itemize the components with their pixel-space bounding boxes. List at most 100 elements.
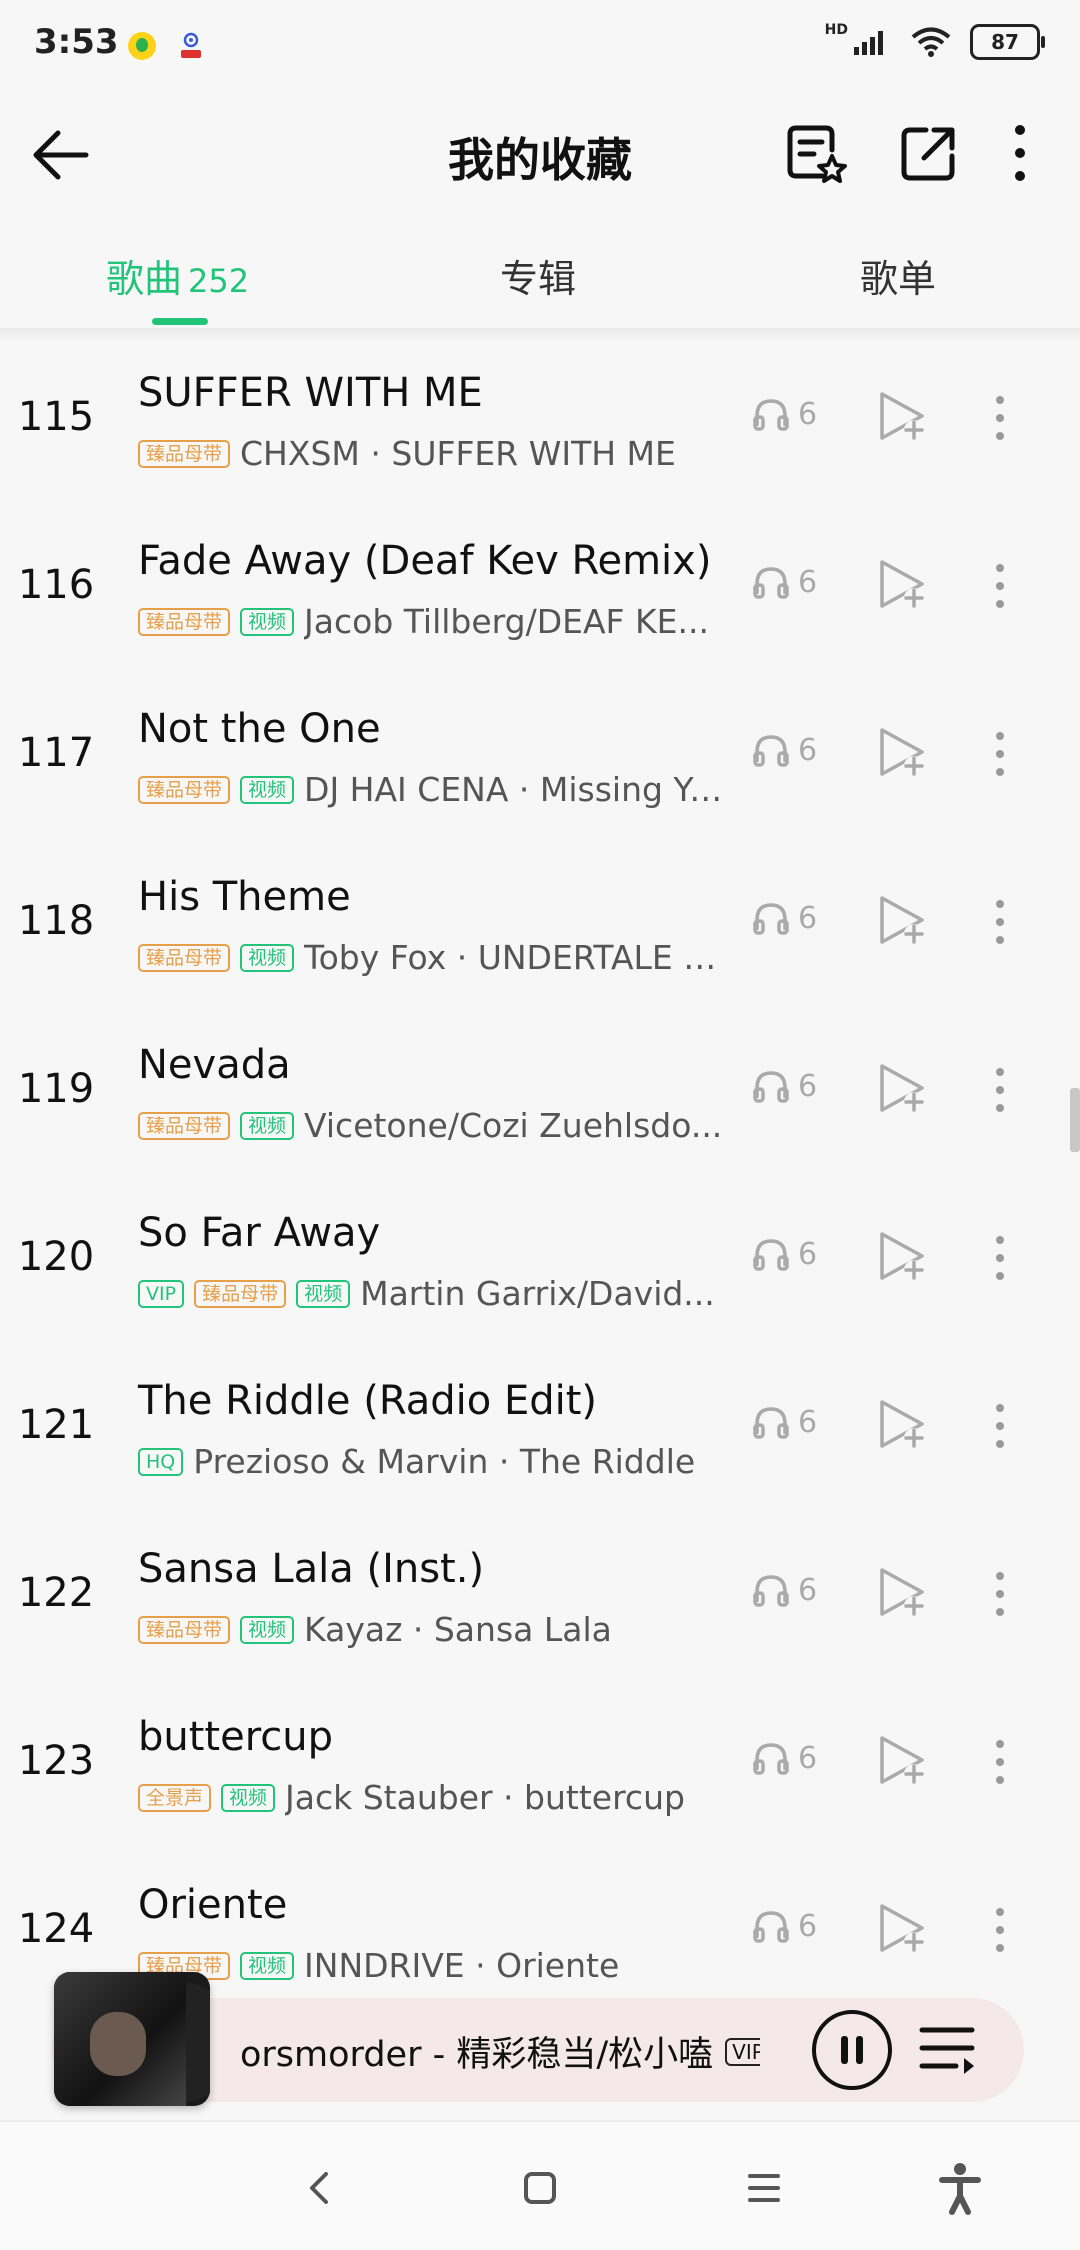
song-row[interactable]: 115 SUFFER WITH ME 臻品母带 CHXSM · SUFFER W…: [0, 336, 1080, 504]
add-to-playlist-icon[interactable]: [876, 1732, 928, 1788]
status-time: 3:53: [34, 22, 119, 62]
listen-count: 6: [752, 1572, 817, 1608]
listen-count: 6: [752, 1908, 817, 1944]
headphones-icon: [753, 1743, 789, 1775]
nav-back-icon[interactable]: [288, 2156, 352, 2220]
song-more-icon[interactable]: [982, 1566, 1018, 1622]
listen-count-value: 6: [798, 1908, 818, 1944]
song-artist-album: CHXSM · SUFFER WITH ME: [240, 434, 676, 473]
song-meta: 全景声 视频 Jack Stauber · buttercup: [138, 1778, 685, 1817]
headphones-icon: [753, 567, 789, 599]
song-more-icon[interactable]: [982, 1062, 1018, 1118]
quality-tag: 臻品母带: [138, 607, 231, 636]
song-list[interactable]: 115 SUFFER WITH ME 臻品母带 CHXSM · SUFFER W…: [0, 336, 1080, 1996]
song-row[interactable]: 116 Fade Away (Deaf Kev Remix) 臻品母带 视频 Ja…: [0, 504, 1080, 672]
tab-albums[interactable]: 专辑: [500, 248, 576, 303]
favorite-list-icon[interactable]: [782, 120, 848, 186]
song-more-icon[interactable]: [982, 1902, 1018, 1958]
song-artist-album: Kayaz · Sansa Lala: [304, 1610, 612, 1649]
song-row[interactable]: 119 Nevada 臻品母带 视频 Vicetone/Cozi Zuehlsdo…: [0, 1008, 1080, 1176]
song-more-icon[interactable]: [982, 1398, 1018, 1454]
status-bar: 3:53 HD 87: [0, 0, 1080, 90]
app-notification-icon: [128, 32, 156, 60]
battery-icon: 87: [970, 24, 1045, 60]
add-to-playlist-icon[interactable]: [876, 1060, 928, 1116]
song-more-icon[interactable]: [982, 894, 1018, 950]
song-meta: VIP 臻品母带 视频 Martin Garrix/David...: [138, 1274, 715, 1313]
tab-songs-count: 252: [188, 262, 250, 300]
song-index: 121: [17, 1402, 95, 1448]
song-title: Nevada: [138, 1042, 291, 1088]
song-row[interactable]: 122 Sansa Lala (Inst.) 臻品母带 视频 Kayaz · Sa…: [0, 1512, 1080, 1680]
listen-count-value: 6: [798, 1740, 818, 1776]
song-index: 119: [17, 1066, 95, 1112]
song-meta: 臻品母带 CHXSM · SUFFER WITH ME: [138, 434, 676, 473]
listen-count-value: 6: [798, 564, 818, 600]
song-index: 122: [17, 1570, 95, 1616]
song-artist-album: DJ HAI CENA · Missing You: [304, 770, 728, 809]
system-nav-bar: [0, 2120, 1080, 2250]
song-meta: 臻品母带 视频 INNDRIVE · Oriente: [138, 1946, 619, 1985]
song-more-icon[interactable]: [982, 1734, 1018, 1790]
tab-songs[interactable]: 歌曲 252: [106, 248, 249, 303]
song-more-icon[interactable]: [982, 1230, 1018, 1286]
pause-button[interactable]: [810, 2008, 894, 2092]
song-index: 115: [17, 394, 95, 440]
tab-playlists[interactable]: 歌单: [860, 248, 936, 303]
quality-tag: 全景声: [138, 1783, 212, 1812]
accessibility-icon[interactable]: [928, 2156, 992, 2220]
headphones-icon: [753, 399, 789, 431]
song-row[interactable]: 123 buttercup 全景声 视频 Jack Stauber · butte…: [0, 1680, 1080, 1848]
nav-recents-icon[interactable]: [732, 2156, 796, 2220]
headphones-icon: [753, 1575, 789, 1607]
add-to-playlist-icon[interactable]: [876, 1396, 928, 1452]
quality-tag: 视频: [240, 1111, 295, 1140]
song-artist-album: Prezioso & Marvin · The Riddle: [193, 1442, 696, 1481]
add-to-playlist-icon[interactable]: [876, 1228, 928, 1284]
song-row[interactable]: 121 The Riddle (Radio Edit) HQ Prezioso …: [0, 1344, 1080, 1512]
scrollbar-thumb[interactable]: [1070, 1088, 1080, 1152]
album-cover[interactable]: [54, 1972, 210, 2106]
quality-tag: 视频: [240, 607, 295, 636]
song-more-icon[interactable]: [982, 726, 1018, 782]
song-meta: HQ Prezioso & Marvin · The Riddle: [138, 1442, 695, 1481]
song-title: SUFFER WITH ME: [138, 370, 483, 416]
quality-tag: 臻品母带: [138, 943, 231, 972]
song-meta: 臻品母带 视频 Vicetone/Cozi Zuehlsdo...: [138, 1106, 722, 1145]
tab-active-indicator: [152, 318, 208, 325]
now-playing-info[interactable]: orsmorder - 精彩稳当/松小嗑 VIP: [240, 2026, 760, 2077]
song-row[interactable]: 118 His Theme 臻品母带 视频 Toby Fox · UNDERTAL…: [0, 840, 1080, 1008]
quality-tag: 视频: [240, 1951, 295, 1980]
playlist-queue-icon[interactable]: [918, 2022, 978, 2078]
nav-home-icon[interactable]: [508, 2156, 572, 2220]
song-row[interactable]: 120 So Far Away VIP 臻品母带 视频 Martin Garrix/…: [0, 1176, 1080, 1344]
share-icon[interactable]: [896, 120, 962, 186]
quality-tag: 臻品母带: [194, 1279, 287, 1308]
song-index: 117: [17, 730, 95, 776]
add-to-playlist-icon[interactable]: [876, 724, 928, 780]
song-row[interactable]: 117 Not the One 臻品母带 视频 DJ HAI CENA · Mis…: [0, 672, 1080, 840]
listen-count-value: 6: [798, 396, 818, 432]
add-to-playlist-icon[interactable]: [876, 1564, 928, 1620]
song-title: Sansa Lala (Inst.): [138, 1546, 485, 1592]
quality-tag: 视频: [240, 1615, 295, 1644]
add-to-playlist-icon[interactable]: [876, 892, 928, 948]
song-more-icon[interactable]: [982, 390, 1018, 446]
listen-count: 6: [752, 396, 817, 432]
more-vertical-icon[interactable]: [988, 120, 1052, 186]
baidu-notification-icon: [181, 32, 201, 58]
listen-count-value: 6: [798, 1236, 818, 1272]
add-to-playlist-icon[interactable]: [876, 388, 928, 444]
add-to-playlist-icon[interactable]: [876, 556, 928, 612]
song-title: His Theme: [138, 874, 351, 920]
listen-count-value: 6: [798, 1572, 818, 1608]
listen-count: 6: [752, 1236, 817, 1272]
song-artist-album: Toby Fox · UNDERTALE S...: [304, 938, 728, 977]
song-more-icon[interactable]: [982, 558, 1018, 614]
song-artist-album: Jack Stauber · buttercup: [285, 1778, 685, 1817]
tab-bar: 歌曲 252 专辑 歌单: [0, 220, 1080, 328]
song-meta: 臻品母带 视频 DJ HAI CENA · Missing You: [138, 770, 728, 809]
listen-count: 6: [752, 900, 817, 936]
add-to-playlist-icon[interactable]: [876, 1900, 928, 1956]
quality-tag: 臻品母带: [138, 1615, 231, 1644]
